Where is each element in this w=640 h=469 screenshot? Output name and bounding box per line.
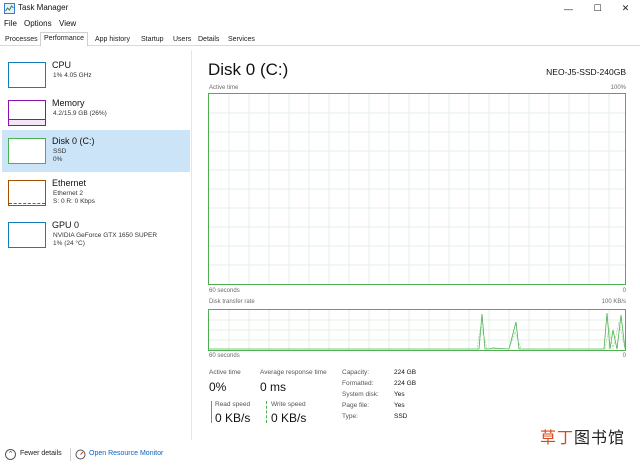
sidebar-item-ethernet[interactable]: Ethernet Ethernet 2 S: 0 R: 0 Kbps bbox=[2, 172, 190, 214]
disk-model: NEO-J5-SSD-240GB bbox=[546, 67, 626, 77]
resource-monitor-icon bbox=[75, 449, 86, 460]
read-speed-indicator bbox=[211, 401, 212, 423]
tab-users[interactable]: Users bbox=[169, 33, 195, 46]
graph2-label: Disk transfer rate bbox=[209, 299, 255, 305]
info-value: 224 GB bbox=[394, 369, 417, 376]
graph1-time-label: 60 seconds bbox=[209, 288, 240, 294]
graph2-max: 100 KB/s bbox=[601, 299, 626, 305]
sidebar-item-label: Ethernet bbox=[52, 178, 87, 188]
menu-file[interactable]: File bbox=[4, 19, 17, 28]
disk-thumbnail bbox=[8, 138, 46, 164]
page-title: Disk 0 (C:) bbox=[208, 60, 289, 79]
info-key: Capacity: bbox=[342, 369, 370, 376]
active-time-graph bbox=[208, 93, 626, 285]
graph2-min: 0 bbox=[622, 353, 626, 359]
sidebar-item-detail: NVIDIA GeForce GTX 1650 SUPER bbox=[53, 232, 158, 239]
sidebar-item-detail: 1% 4.05 GHz bbox=[53, 72, 92, 79]
info-key: System disk: bbox=[342, 391, 379, 398]
menu-view[interactable]: View bbox=[59, 19, 76, 28]
info-key: Page file: bbox=[342, 402, 370, 409]
tab-startup[interactable]: Startup bbox=[137, 33, 168, 46]
active-time-value: 0% bbox=[209, 380, 227, 394]
info-key: Formatted: bbox=[342, 380, 374, 387]
sidebar-item-cpu[interactable]: CPU 1% 4.05 GHz bbox=[2, 54, 190, 96]
fewer-details-button[interactable]: Fewer details bbox=[20, 450, 62, 457]
task-manager-icon bbox=[4, 3, 15, 14]
info-value: Yes bbox=[394, 402, 405, 409]
tab-details[interactable]: Details bbox=[194, 33, 223, 46]
resource-sidebar: CPU 1% 4.05 GHz Memory 4.2/15.9 GB (26%)… bbox=[0, 50, 192, 440]
tab-services[interactable]: Services bbox=[224, 33, 259, 46]
watermark: 草丁图书馆 bbox=[540, 430, 626, 447]
sidebar-item-memory[interactable]: Memory 4.2/15.9 GB (26%) bbox=[2, 92, 190, 134]
sidebar-item-label: GPU 0 bbox=[52, 220, 80, 230]
graph1-min: 0 bbox=[622, 288, 626, 294]
response-time-label: Average response time bbox=[260, 369, 327, 376]
sidebar-item-label: Disk 0 (C:) bbox=[52, 136, 95, 146]
gpu-thumbnail bbox=[8, 222, 46, 248]
sidebar-item-gpu[interactable]: GPU 0 NVIDIA GeForce GTX 1650 SUPER 1% (… bbox=[2, 214, 190, 256]
chevron-up-icon[interactable]: ⌃ bbox=[5, 449, 16, 460]
menu-bar: File Options View bbox=[0, 17, 640, 31]
divider bbox=[70, 448, 71, 461]
info-key: Type: bbox=[342, 413, 358, 420]
sidebar-item-label: CPU bbox=[52, 60, 72, 70]
sidebar-item-detail: 0% bbox=[53, 156, 63, 163]
response-time-value: 0 ms bbox=[260, 380, 287, 394]
tab-bar: Processes Performance App history Startu… bbox=[0, 32, 640, 47]
sidebar-item-detail: SSD bbox=[53, 148, 67, 155]
graph2-time-label: 60 seconds bbox=[209, 353, 240, 359]
window-title: Task Manager bbox=[18, 3, 69, 12]
close-button[interactable]: ✕ bbox=[612, 0, 639, 17]
write-speed-label: Write speed bbox=[271, 401, 306, 408]
graph1-max: 100% bbox=[610, 85, 626, 91]
maximize-button[interactable]: ☐ bbox=[584, 0, 611, 17]
sidebar-item-label: Memory bbox=[52, 98, 85, 108]
graph1-label: Active time bbox=[209, 85, 239, 91]
transfer-rate-graph bbox=[208, 309, 626, 351]
open-resource-monitor-link[interactable]: Open Resource Monitor bbox=[89, 450, 163, 457]
cpu-thumbnail bbox=[8, 62, 46, 88]
title-bar: Task Manager — ☐ ✕ bbox=[0, 0, 640, 17]
info-value: SSD bbox=[394, 413, 408, 420]
sidebar-item-disk[interactable]: Disk 0 (C:) SSD 0% bbox=[2, 130, 190, 172]
read-speed-label: Read speed bbox=[215, 401, 251, 408]
active-time-label: Active time bbox=[209, 369, 241, 376]
sidebar-item-detail: Ethernet 2 bbox=[53, 190, 83, 197]
sidebar-item-detail: 4.2/15.9 GB (26%) bbox=[53, 110, 107, 117]
memory-thumbnail bbox=[8, 100, 46, 126]
write-speed-value: 0 KB/s bbox=[271, 411, 307, 425]
tab-performance[interactable]: Performance bbox=[40, 32, 89, 47]
menu-options[interactable]: Options bbox=[24, 19, 52, 28]
info-value: Yes bbox=[394, 391, 405, 398]
tab-app-history[interactable]: App history bbox=[91, 33, 134, 46]
sidebar-item-detail: 1% (24 °C) bbox=[53, 240, 85, 247]
ethernet-thumbnail bbox=[8, 180, 46, 206]
minimize-button[interactable]: — bbox=[555, 0, 582, 17]
read-speed-value: 0 KB/s bbox=[215, 411, 251, 425]
tab-processes[interactable]: Processes bbox=[1, 33, 42, 46]
info-value: 224 GB bbox=[394, 380, 417, 387]
write-speed-indicator bbox=[266, 401, 267, 423]
sidebar-item-detail: S: 0 R: 0 Kbps bbox=[53, 198, 95, 205]
